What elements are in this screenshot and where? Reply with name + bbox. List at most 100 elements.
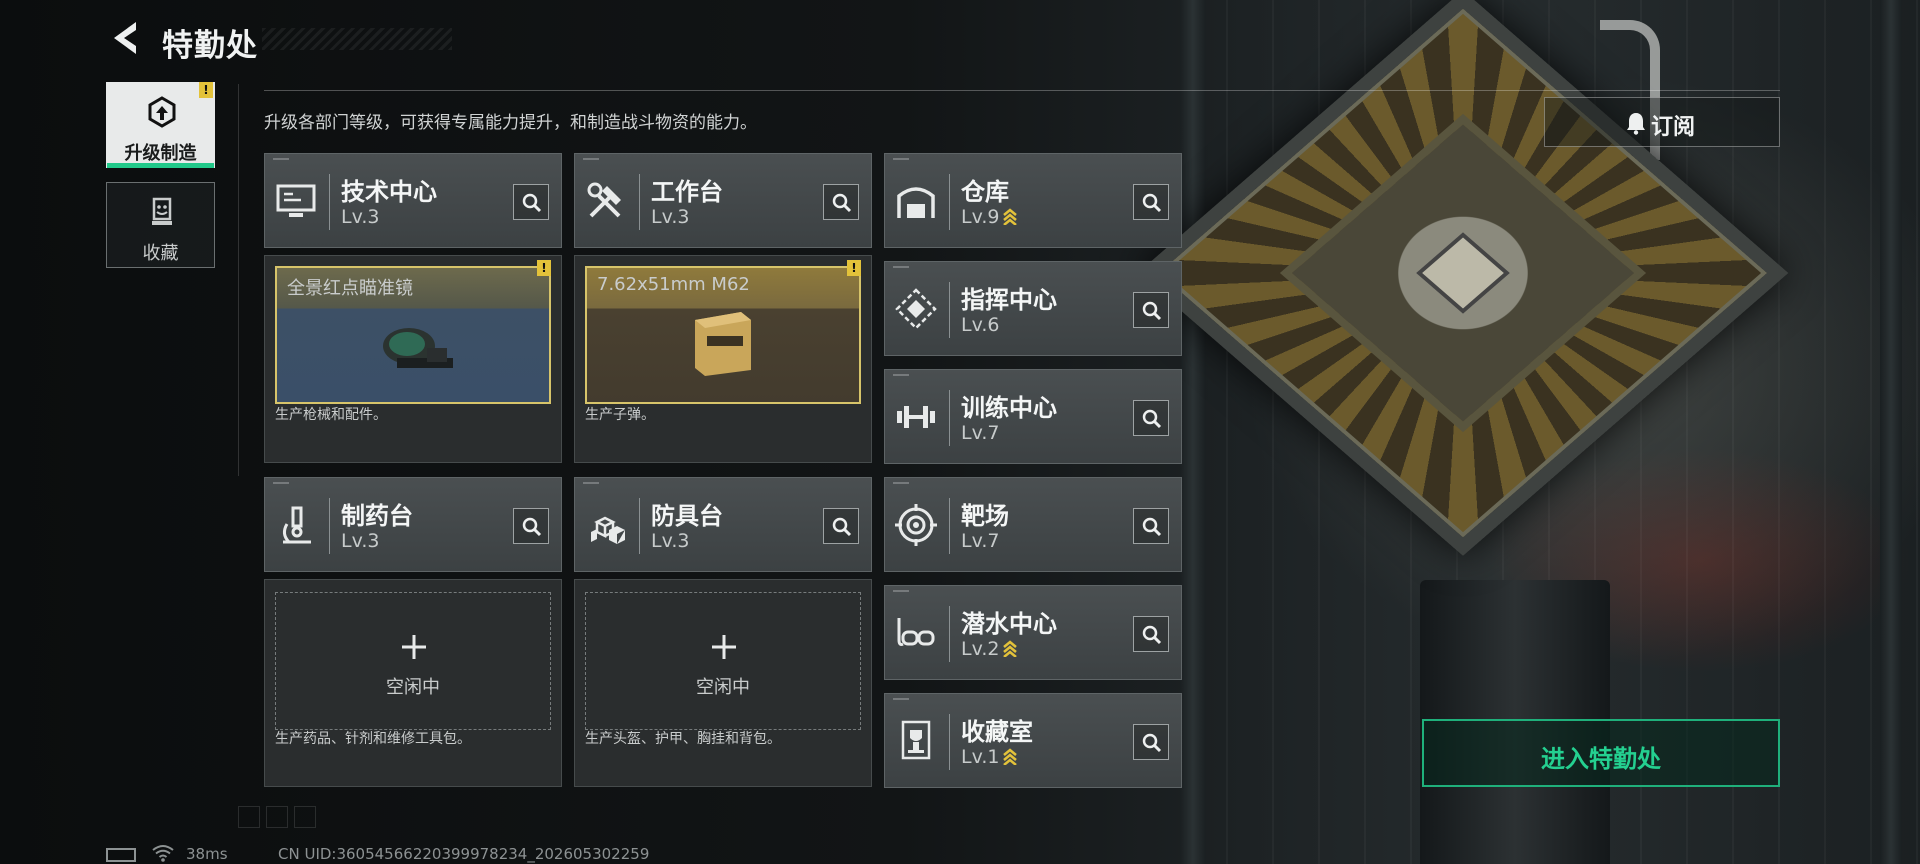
building-name: 制药台 — [341, 502, 413, 530]
card-tick — [893, 590, 909, 592]
tab-label: 收藏 — [142, 243, 179, 264]
card-separator — [639, 174, 640, 230]
production-panel-pharmacy[interactable]: 空闲中 生产药品、针剂和维修工具包。 — [264, 579, 562, 787]
building-card-dive-center[interactable]: 潜水中心 Lv.2 — [884, 585, 1182, 680]
special-ops-screen: { "header": {"title": "特勤处"}, "tabs": [ … — [0, 0, 1920, 864]
production-item-slot[interactable]: 7.62x51mm M62 ! — [585, 260, 861, 404]
building-level: Lv.1 — [961, 746, 1018, 768]
plus-icon — [712, 635, 736, 659]
inspect-button[interactable] — [1133, 292, 1169, 328]
building-name: 防具台 — [651, 502, 723, 530]
building-level: Lv.3 — [341, 206, 380, 228]
cube-core — [1416, 232, 1510, 314]
building-level: Lv.6 — [961, 314, 1000, 336]
inspect-button[interactable] — [1133, 184, 1169, 220]
card-tick — [893, 698, 909, 700]
command-emblem-icon — [895, 288, 937, 330]
wifi-icon — [152, 845, 174, 862]
production-alert-badge: ! — [847, 260, 861, 276]
building-level: Lv.3 — [341, 530, 380, 552]
building-card-warehouse[interactable]: 仓库 Lv.9 — [884, 153, 1182, 248]
subscribe-label: 订阅 — [1651, 115, 1696, 140]
search-icon — [522, 193, 542, 213]
upgrade-chevron-icon — [1003, 748, 1018, 765]
card-tick — [273, 158, 289, 160]
card-tick — [893, 158, 909, 160]
building-card-training-center[interactable]: 训练中心 Lv.7 — [884, 369, 1182, 464]
production-panel-workbench[interactable]: 7.62x51mm M62 ! 生产子弹。 — [574, 255, 872, 463]
inspect-button[interactable] — [823, 184, 859, 220]
idle-slot[interactable]: 空闲中 — [275, 592, 551, 730]
building-level: Lv.3 — [651, 206, 690, 228]
back-arrow-icon[interactable] — [106, 18, 142, 58]
card-tick — [893, 374, 909, 376]
card-tick — [583, 482, 599, 484]
card-tick — [893, 482, 909, 484]
building-name: 收藏室 — [961, 718, 1033, 746]
card-tick — [893, 266, 909, 268]
building-card-tech-center[interactable]: 技术中心 Lv.3 — [264, 153, 562, 248]
building-card-armor-bench[interactable]: 防具台 Lv.3 — [574, 477, 872, 572]
production-panel-tech-center[interactable]: 全景红点瞄准镜 ! 生产枪械和配件。 — [264, 255, 562, 463]
card-tick — [273, 482, 289, 484]
battery-icon — [106, 848, 136, 862]
subscribe-button[interactable]: 订阅 — [1544, 97, 1780, 147]
production-item-slot[interactable]: 全景红点瞄准镜 ! — [275, 260, 551, 404]
building-name: 潜水中心 — [961, 610, 1057, 638]
red-dot-sight-image — [383, 328, 453, 368]
inspect-button[interactable] — [1133, 724, 1169, 760]
building-card-command-center[interactable]: 指挥中心 Lv.6 — [884, 261, 1182, 356]
building-level: Lv.3 — [651, 530, 690, 552]
card-separator — [329, 174, 330, 230]
production-item-name: 7.62x51mm M62 — [597, 274, 750, 295]
inspect-button[interactable] — [1133, 400, 1169, 436]
building-card-pharmacy[interactable]: 制药台 Lv.3 — [264, 477, 562, 572]
card-separator — [949, 390, 950, 446]
search-icon — [1142, 517, 1162, 537]
card-separator — [329, 498, 330, 554]
level-text: Lv.9 — [961, 206, 1000, 228]
production-description: 生产药品、针剂和维修工具包。 — [275, 731, 471, 747]
inspect-button[interactable] — [513, 508, 549, 544]
background-pillar — [1180, 0, 1206, 864]
card-separator — [949, 606, 950, 662]
level-text: Lv.2 — [961, 638, 1000, 660]
title-decoration — [262, 28, 452, 50]
building-card-range[interactable]: 靶场 Lv.7 — [884, 477, 1182, 572]
decorative-square — [238, 806, 260, 828]
idle-slot[interactable]: 空闲中 — [585, 592, 861, 730]
search-icon — [832, 517, 852, 537]
search-icon — [1142, 409, 1162, 429]
building-level: Lv.2 — [961, 638, 1018, 660]
target-icon — [895, 504, 937, 546]
inspect-button[interactable] — [823, 508, 859, 544]
enter-special-ops-button[interactable]: 进入特勤处 — [1422, 719, 1780, 787]
card-separator — [639, 498, 640, 554]
building-name: 靶场 — [961, 502, 1009, 530]
plus-icon — [402, 635, 426, 659]
search-icon — [832, 193, 852, 213]
upgrade-chevron-icon — [1003, 640, 1018, 657]
building-card-workbench[interactable]: 工作台 Lv.3 — [574, 153, 872, 248]
building-level: Lv.7 — [961, 530, 1000, 552]
vertical-divider — [238, 84, 239, 476]
cube-inner-frame — [1279, 113, 1647, 433]
computer-icon — [276, 184, 316, 217]
building-card-collection-room[interactable]: 收藏室 Lv.1 — [884, 693, 1182, 788]
decorative-square — [294, 806, 316, 828]
diving-mask-icon — [897, 618, 935, 646]
level-text: Lv.1 — [961, 746, 1000, 768]
ammo-box-image — [695, 312, 751, 376]
cubes-icon — [591, 516, 625, 544]
tab-collection[interactable]: 收藏 — [106, 182, 215, 268]
card-separator — [949, 282, 950, 338]
active-tab-indicator — [107, 163, 214, 168]
production-panel-armor-bench[interactable]: 空闲中 生产头盔、护甲、胸挂和背包。 — [574, 579, 872, 787]
inspect-button[interactable] — [1133, 616, 1169, 652]
search-icon — [1142, 301, 1162, 321]
decorative-square — [266, 806, 288, 828]
inspect-button[interactable] — [1133, 508, 1169, 544]
inspect-button[interactable] — [513, 184, 549, 220]
page-title: 特勤处 — [162, 28, 258, 64]
building-level: Lv.7 — [961, 422, 1000, 444]
